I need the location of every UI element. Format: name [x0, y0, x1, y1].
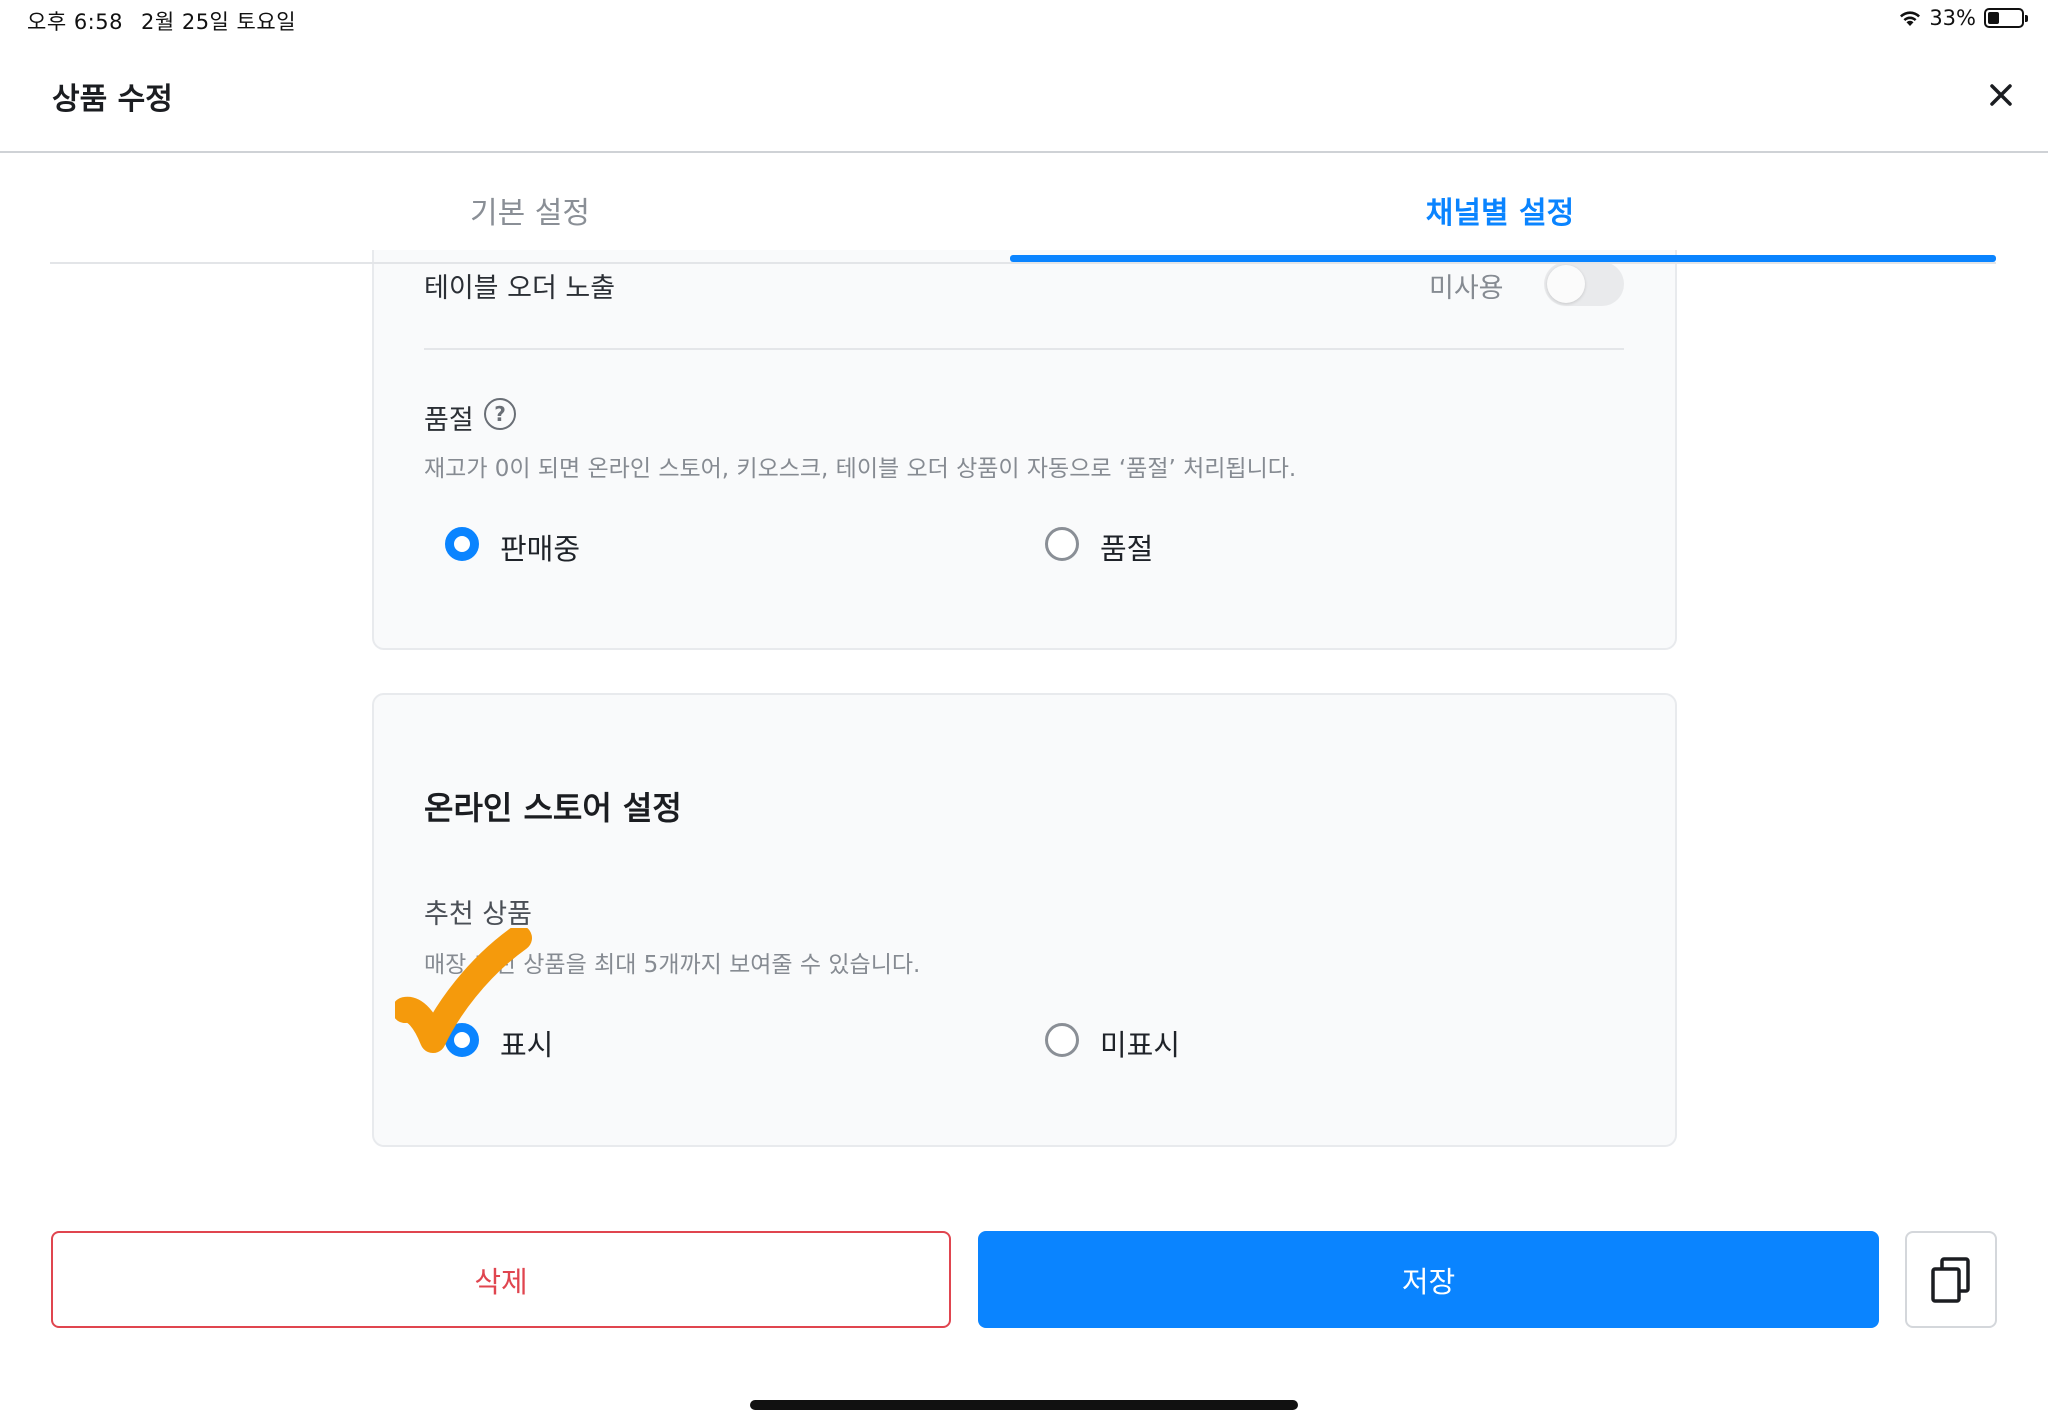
save-button[interactable]: 저장 — [978, 1231, 1879, 1328]
online-store-section-title: 온라인 스토어 설정 — [424, 789, 682, 827]
radio-on-sale[interactable] — [445, 527, 479, 561]
status-bar-right: 33% — [1897, 6, 2028, 30]
radio-sold-out-label[interactable]: 품절 — [1100, 526, 1153, 568]
wifi-icon — [1900, 11, 1921, 26]
close-icon — [1990, 84, 2012, 106]
toggle-knob — [1547, 265, 1585, 303]
header-divider — [0, 151, 2048, 153]
radio-hide-label[interactable]: 미표시 — [1100, 1022, 1180, 1064]
status-time: 오후 6:58 — [27, 10, 123, 34]
table-order-toggle[interactable] — [1544, 262, 1624, 306]
divider — [424, 348, 1624, 350]
battery-level — [1988, 12, 1999, 24]
home-indicator[interactable] — [750, 1400, 1298, 1410]
status-bar-left: 오후 6:58 2월 25일 토요일 — [27, 6, 296, 36]
page-title: 상품 수정 — [52, 82, 173, 117]
radio-on-sale-label[interactable]: 판매중 — [500, 526, 580, 568]
battery-percent: 33% — [1929, 6, 1976, 30]
table-order-label: 테이블 오더 노출 — [424, 273, 616, 304]
tab-channel-settings[interactable]: 채널별 설정 — [1010, 188, 1990, 232]
tab-basic-settings[interactable]: 기본 설정 — [40, 188, 1020, 232]
table-order-toggle-status: 미사용 — [1429, 273, 1504, 304]
radio-hide[interactable] — [1045, 1023, 1079, 1057]
question-mark: ? — [494, 402, 506, 426]
battery-icon — [1984, 8, 2028, 28]
delete-button[interactable]: 삭제 — [51, 1231, 951, 1328]
copy-icon — [1931, 1256, 1970, 1303]
online-store-card — [372, 693, 1677, 1147]
sold-out-title: 품절 — [424, 405, 474, 436]
question-circle-icon[interactable]: ? — [484, 398, 516, 430]
close-button[interactable] — [1984, 78, 2018, 112]
status-date: 2월 25일 토요일 — [140, 10, 297, 34]
copy-button[interactable] — [1905, 1231, 1997, 1328]
radio-sold-out[interactable] — [1045, 527, 1079, 561]
active-tab-indicator — [1010, 255, 1996, 262]
sold-out-description: 재고가 0이 되면 온라인 스토어, 키오스크, 테이블 오더 상품이 자동으로… — [424, 456, 1297, 482]
recommended-title: 추천 상품 — [424, 899, 532, 930]
orange-checkmark-icon — [395, 928, 532, 1053]
tabs-divider — [50, 262, 1996, 264]
